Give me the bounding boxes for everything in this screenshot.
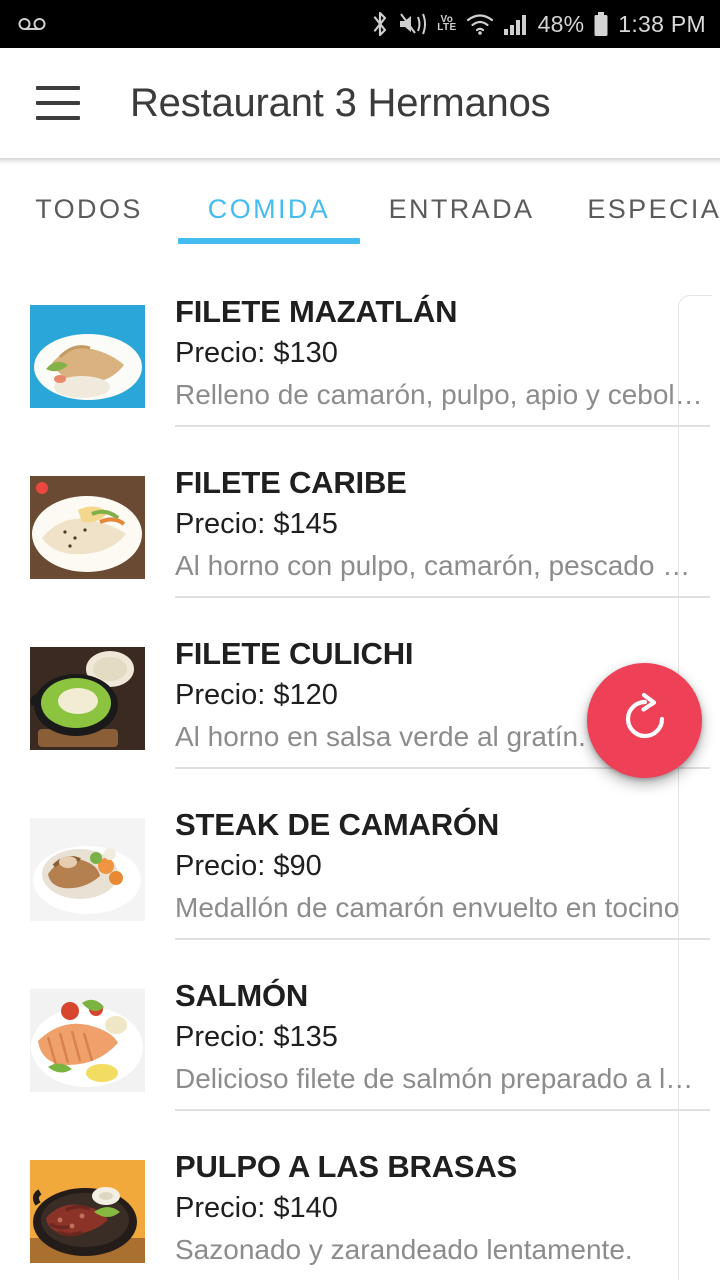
list-item-text: STEAK DE CAMARÓN Precio: $90 Medallón de… <box>175 769 720 925</box>
item-price: Precio: $135 <box>175 1020 338 1053</box>
refresh-icon <box>617 691 673 750</box>
item-name: FILETE MAZATLÁN <box>175 294 458 329</box>
bluetooth-icon <box>371 11 389 37</box>
item-name: STEAK DE CAMARÓN <box>175 807 500 842</box>
list-item-text: SALMÓN Precio: $135 Delicioso filete de … <box>175 940 720 1096</box>
refresh-fab-button[interactable] <box>587 663 702 778</box>
status-bar-system-icons: Vo LTE 48% 1:38 PM <box>371 11 706 38</box>
item-description: Medallón de camarón envuelto en tocino <box>175 892 680 924</box>
wifi-icon <box>466 12 494 36</box>
pulpo-a-las-brasas-photo <box>30 1160 145 1263</box>
hamburger-bar-1 <box>36 86 80 90</box>
list-item[interactable]: PULPO A LAS BRASAS Precio: $140 Sazonado… <box>0 1111 720 1280</box>
status-bar-clock: 1:38 PM <box>618 10 706 37</box>
tab-especial[interactable]: ESPECIAL <box>563 158 720 256</box>
item-name: SALMÓN <box>175 978 309 1013</box>
hamburger-bar-2 <box>36 101 80 105</box>
salmon-photo <box>30 989 145 1092</box>
list-item[interactable]: FILETE CARIBE Precio: $145 Al horno con … <box>0 427 720 598</box>
tab-comida[interactable]: COMIDA <box>178 158 360 256</box>
list-item[interactable]: FILETE MAZATLÁN Precio: $130 Relleno de … <box>0 256 720 427</box>
list-item-text: FILETE CARIBE Precio: $145 Al horno con … <box>175 427 720 583</box>
mute-vibrate-icon <box>398 11 428 37</box>
app-bar: Restaurant 3 Hermanos <box>0 48 720 164</box>
filete-mazatlan-photo <box>30 305 145 408</box>
tab-bar: TODOS COMIDA ENTRADA ESPECIAL <box>0 158 720 256</box>
tab-especial-label: ESPECIAL <box>587 194 720 224</box>
list-item[interactable]: STEAK DE CAMARÓN Precio: $90 Medallón de… <box>0 769 720 940</box>
tab-entrada-label: ENTRADA <box>388 194 535 224</box>
status-bar: Vo LTE 48% 1:38 PM <box>0 0 720 48</box>
voicemail-icon <box>18 15 46 33</box>
item-description: Delicioso filete de salmón preparado a l… <box>175 1063 694 1095</box>
list-item-text: FILETE MAZATLÁN Precio: $130 Relleno de … <box>175 256 720 412</box>
page-title: Restaurant 3 Hermanos <box>130 80 551 125</box>
item-description: Sazonado y zarandeado lentamente. <box>175 1234 633 1266</box>
volte-icon: Vo LTE <box>437 14 457 33</box>
item-price: Precio: $90 <box>175 849 322 882</box>
item-price: Precio: $130 <box>175 336 338 369</box>
item-price: Precio: $145 <box>175 507 338 540</box>
item-description: Relleno de camarón, pulpo, apio y cebol… <box>175 379 703 411</box>
hamburger-bar-3 <box>36 116 80 120</box>
item-name: PULPO A LAS BRASAS <box>175 1149 518 1184</box>
cellular-signal-icon <box>503 12 529 36</box>
item-price: Precio: $140 <box>175 1191 338 1224</box>
list-item[interactable]: SALMÓN Precio: $135 Delicioso filete de … <box>0 940 720 1111</box>
volte-bottom-label: LTE <box>437 22 457 33</box>
tab-todos-label: TODOS <box>35 194 143 224</box>
tab-active-indicator <box>178 238 360 244</box>
hamburger-menu-icon[interactable] <box>36 86 80 120</box>
filete-caribe-photo <box>30 476 145 579</box>
battery-icon <box>593 11 609 37</box>
battery-percent-label: 48% <box>537 10 585 37</box>
filete-culichi-photo <box>30 647 145 750</box>
tab-entrada[interactable]: ENTRADA <box>360 158 563 256</box>
tab-todos[interactable]: TODOS <box>0 158 178 256</box>
item-name: FILETE CARIBE <box>175 465 407 500</box>
steak-de-camaron-photo <box>30 818 145 921</box>
item-description: Al horno con pulpo, camarón, pescado … <box>175 550 691 582</box>
tab-comida-label: COMIDA <box>207 194 331 224</box>
status-bar-notifications <box>18 15 46 33</box>
list-item-text: PULPO A LAS BRASAS Precio: $140 Sazonado… <box>175 1111 720 1267</box>
